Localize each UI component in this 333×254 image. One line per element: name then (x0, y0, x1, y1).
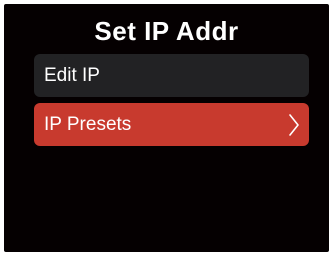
menu-item-label: Edit IP (44, 64, 100, 86)
menu-item-edit-ip[interactable]: Edit IP (34, 54, 309, 97)
page-title: Set IP Addr (94, 16, 239, 46)
chevron-right-icon (289, 114, 299, 136)
menu-item-label: IP Presets (44, 113, 132, 135)
menu-item-ip-presets[interactable]: IP Presets (34, 103, 309, 146)
device-screen: Set IP Addr Edit IP IP Presets (4, 4, 329, 252)
